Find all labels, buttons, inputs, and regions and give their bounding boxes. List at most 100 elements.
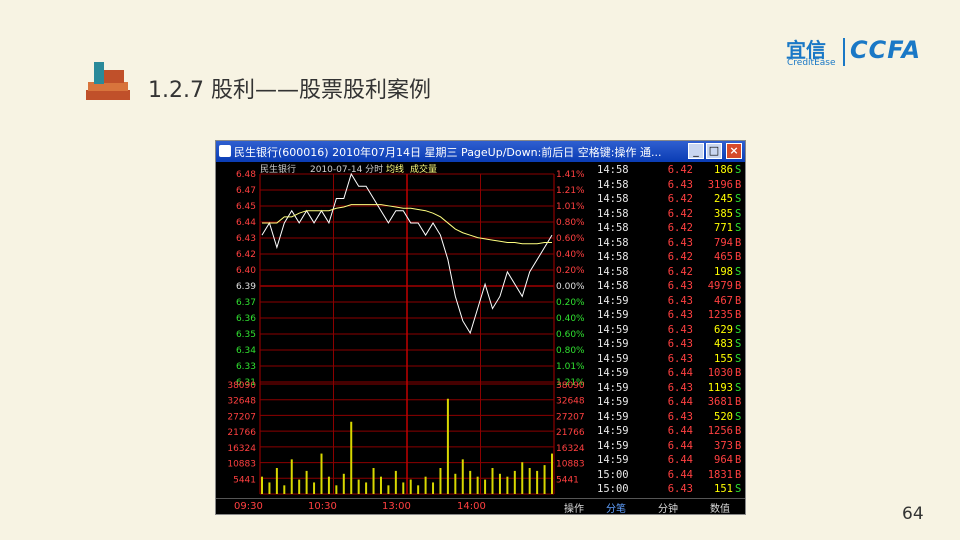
tape-side: S — [735, 483, 742, 495]
window-titlebar[interactable]: 民生银行(600016) 2010年07月14日 星期三 PageUp/Down… — [216, 141, 745, 162]
volume-tick-label: 10883 — [227, 460, 256, 470]
chart-stock-name: 民生银行 — [260, 163, 296, 175]
logo-separator — [843, 38, 845, 66]
tape-row: 14:58 6.43 794 B — [595, 237, 745, 252]
stock-window: 民生银行(600016) 2010年07月14日 星期三 PageUp/Down… — [215, 140, 746, 515]
tape-side: S — [735, 265, 742, 278]
pct-tick-label: 0.00% — [556, 282, 585, 292]
tape-volume: 245 — [714, 193, 733, 205]
tab-ticks[interactable]: 分笔 — [598, 500, 634, 514]
pct-tick-label: 0.20% — [556, 266, 585, 276]
tape-row: 14:59 6.44 3681 B — [595, 396, 745, 411]
tape-side: B — [735, 439, 742, 452]
tape-time: 14:59 — [597, 439, 629, 452]
price-tick-label: 6.47 — [236, 186, 256, 196]
tape-side: B — [735, 251, 742, 263]
volume-tick-label: 32648 — [227, 397, 256, 407]
creditease-logo: 宜信 CreditEase CCFA — [786, 34, 936, 74]
tape-price: 6.44 — [667, 396, 693, 408]
tape-volume: 3196 — [707, 178, 733, 191]
chart-vol-legend: 成交量 — [410, 163, 437, 175]
page-number: 64 — [902, 504, 924, 524]
tape-time: 14:59 — [597, 425, 629, 437]
tape-price: 6.43 — [667, 236, 693, 249]
price-tick-label: 6.35 — [236, 330, 256, 340]
tape-price: 6.43 — [667, 178, 693, 191]
tape-time: 14:58 — [597, 193, 629, 205]
intraday-chart[interactable]: 民生银行 2010-07-14 分时 均线 成交量 6.48 1.41% 6.47 1.21%… — [216, 162, 595, 498]
maximize-button[interactable]: □ — [706, 143, 722, 159]
tape-side: S — [735, 323, 742, 336]
pct-tick-label: 1.41% — [556, 170, 585, 180]
price-tick-label: 6.39 — [236, 282, 256, 292]
tape-time: 14:59 — [597, 309, 629, 321]
tape-side: S — [735, 410, 742, 423]
tape-time: 14:59 — [597, 381, 629, 394]
tape-time: 14:58 — [597, 222, 629, 234]
tape-row: 14:58 6.42 245 S — [595, 193, 745, 208]
tape-time: 14:59 — [597, 410, 629, 423]
app-icon — [219, 145, 231, 157]
price-tick-label: 6.43 — [236, 234, 256, 244]
tape-side: B — [735, 425, 742, 437]
price-tick-label: 6.34 — [236, 346, 256, 356]
tape-volume: 186 — [714, 164, 733, 176]
tape-price: 6.42 — [667, 251, 693, 263]
pct-tick-label: 0.40% — [556, 250, 585, 260]
tape-volume: 4979 — [707, 280, 733, 292]
tape-volume: 385 — [714, 207, 733, 220]
pct-tick-label: 0.60% — [556, 330, 585, 340]
price-tick-label: 6.42 — [236, 250, 256, 260]
tape-time: 14:58 — [597, 164, 629, 176]
close-button[interactable]: × — [726, 143, 742, 159]
volume-tick-label-right: 5441 — [556, 475, 579, 485]
tape-time: 15:00 — [597, 483, 629, 495]
time-tick: 09:30 — [234, 501, 263, 512]
tape-time: 14:58 — [597, 178, 629, 191]
tape-volume: 964 — [714, 454, 733, 466]
volume-tick-label-right: 38090 — [556, 381, 585, 391]
chart-date: 2010-07-14 分时 — [310, 163, 383, 175]
tape-row: 14:59 6.44 964 B — [595, 454, 745, 469]
tape-volume: 155 — [714, 352, 733, 365]
tape-price: 6.43 — [667, 294, 693, 307]
pct-tick-label: 1.01% — [556, 362, 585, 372]
trade-tape[interactable]: 14:58 6.42 186 S 14:58 6.43 3196 B 14:58 6.42 245 S… — [595, 162, 745, 499]
tab-values[interactable]: 数值 — [702, 500, 738, 514]
tape-volume: 1831 — [707, 468, 733, 481]
price-tick-label: 6.48 — [236, 170, 256, 180]
tab-operate[interactable]: 操作 — [556, 500, 592, 514]
logo-ccfa: CCFA — [850, 36, 922, 64]
minimize-button[interactable]: _ — [688, 143, 704, 159]
volume-tick-label: 38090 — [227, 381, 256, 391]
books-icon — [86, 62, 130, 100]
tape-volume: 1193 — [707, 381, 733, 394]
volume-tick-label-right: 10883 — [556, 460, 585, 470]
tape-volume: 520 — [714, 410, 733, 423]
tape-volume: 151 — [714, 483, 733, 495]
tape-side: S — [735, 193, 742, 205]
tape-row: 15:00 6.44 1831 B — [595, 469, 745, 484]
tape-volume: 629 — [714, 323, 733, 336]
tape-volume: 483 — [714, 338, 733, 350]
pct-tick-label: 1.21% — [556, 186, 585, 196]
tape-row: 14:59 6.43 629 S — [595, 324, 745, 339]
tape-time: 14:58 — [597, 280, 629, 292]
price-tick-label: 6.33 — [236, 362, 256, 372]
tape-price: 6.43 — [667, 352, 693, 365]
tape-side: B — [735, 367, 742, 379]
pct-tick-label: 0.80% — [556, 346, 585, 356]
tape-volume: 1030 — [707, 367, 733, 379]
tape-side: B — [735, 294, 742, 307]
tab-minutes[interactable]: 分钟 — [650, 500, 686, 514]
tape-volume: 1235 — [707, 309, 733, 321]
tape-row: 14:59 6.44 1256 B — [595, 425, 745, 440]
volume-tick-label-right: 32648 — [556, 397, 585, 407]
price-tick-label: 6.45 — [236, 202, 256, 212]
tape-row: 14:59 6.44 1030 B — [595, 367, 745, 382]
tape-side: B — [735, 280, 742, 292]
tape-price: 6.44 — [667, 439, 693, 452]
tape-price: 6.42 — [667, 265, 693, 278]
tape-price: 6.44 — [667, 454, 693, 466]
tape-side: B — [735, 236, 742, 249]
